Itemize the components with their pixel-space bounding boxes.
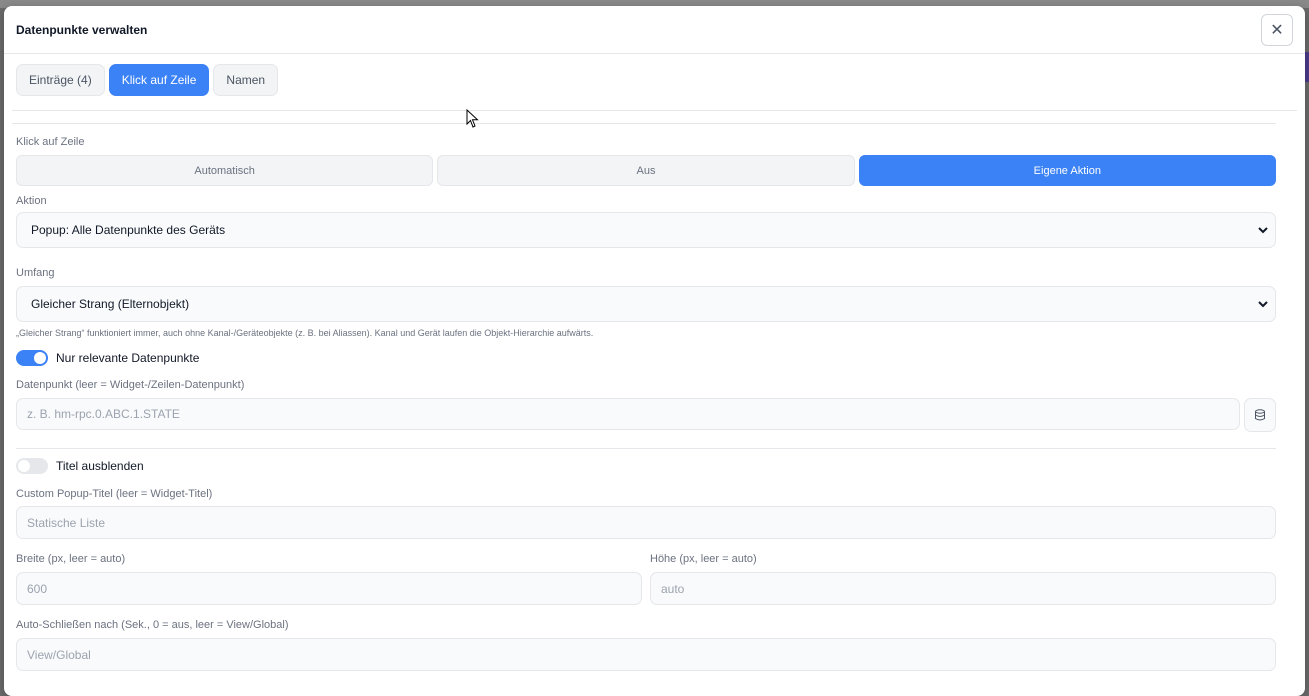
- tab-bar: Einträge (4) Klick auf Zeile Namen: [4, 54, 1305, 98]
- relevant-only-toggle[interactable]: [16, 350, 48, 366]
- dialog-header: Datenpunkte verwalten ✕: [4, 6, 1305, 54]
- datapoint-input[interactable]: z. B. hm-rpc.0.ABC.1.STATE: [16, 398, 1240, 430]
- width-field-group: Breite (px, leer = auto) 600: [16, 553, 642, 605]
- size-row: Breite (px, leer = auto) 600 Höhe (px, l…: [16, 553, 1276, 605]
- tab-names[interactable]: Namen: [213, 64, 279, 96]
- divider: [12, 110, 1297, 111]
- height-field-group: Höhe (px, leer = auto) auto: [650, 553, 1276, 605]
- popup-title-input[interactable]: Statische Liste: [16, 506, 1276, 539]
- mode-custom-action-button[interactable]: Eigene Aktion: [858, 155, 1276, 186]
- manage-datapoints-dialog: Datenpunkte verwalten ✕ Einträge (4) Kli…: [4, 6, 1305, 696]
- row-click-label: Klick auf Zeile: [16, 136, 85, 148]
- dialog-title: Datenpunkte verwalten: [16, 22, 148, 37]
- action-label: Aktion: [16, 195, 47, 207]
- hide-title-toggle[interactable]: [16, 458, 48, 474]
- scope-select-value: Gleicher Strang (Elternobjekt): [31, 297, 190, 311]
- action-select[interactable]: Popup: Alle Datenpunkte des Geräts: [16, 212, 1276, 248]
- tab-entries[interactable]: Einträge (4): [16, 64, 105, 96]
- auto-close-input[interactable]: View/Global: [16, 638, 1276, 671]
- auto-close-label: Auto-Schließen nach (Sek., 0 = aus, leer…: [16, 619, 289, 631]
- relevant-only-label: Nur relevante Datenpunkte: [56, 351, 200, 365]
- hide-title-row: Titel ausblenden: [16, 458, 1276, 474]
- hide-title-label: Titel ausblenden: [56, 459, 144, 473]
- popup-title-label: Custom Popup-Titel (leer = Widget-Titel): [16, 488, 213, 500]
- divider: [16, 448, 1276, 449]
- mode-automatic-button[interactable]: Automatisch: [16, 155, 434, 186]
- toggle-knob: [34, 352, 46, 364]
- scope-label: Umfang: [16, 267, 55, 279]
- height-input[interactable]: auto: [650, 572, 1276, 605]
- datapoint-label: Datenpunkt (leer = Widget-/Zeilen-Datenp…: [16, 379, 245, 391]
- datapoint-picker-button[interactable]: [1244, 398, 1276, 432]
- mouse-cursor-icon: [466, 109, 479, 128]
- divider: [12, 123, 1276, 124]
- row-click-panel: Klick auf Zeile Automatisch Aus Eigene A…: [4, 136, 1305, 671]
- row-click-mode-selector: Automatisch Aus Eigene Aktion: [16, 155, 1276, 186]
- database-icon: [1255, 409, 1265, 421]
- tab-row-click[interactable]: Klick auf Zeile: [108, 64, 210, 96]
- toggle-knob: [18, 460, 30, 472]
- action-select-value: Popup: Alle Datenpunkte des Geräts: [31, 223, 226, 237]
- scope-select[interactable]: Gleicher Strang (Elternobjekt): [16, 286, 1276, 322]
- close-icon: ✕: [1270, 21, 1284, 39]
- chevron-down-icon: [1258, 227, 1268, 234]
- scope-hint: „Gleicher Strang“ funktioniert immer, au…: [16, 328, 594, 338]
- relevant-only-row: Nur relevante Datenpunkte: [16, 350, 1276, 366]
- mode-off-button[interactable]: Aus: [437, 155, 855, 186]
- chevron-down-icon: [1258, 301, 1268, 308]
- close-button[interactable]: ✕: [1261, 13, 1293, 46]
- width-label: Breite (px, leer = auto): [16, 553, 126, 565]
- datapoint-row: z. B. hm-rpc.0.ABC.1.STATE: [16, 398, 1276, 432]
- height-label: Höhe (px, leer = auto): [650, 553, 757, 565]
- width-input[interactable]: 600: [16, 572, 642, 605]
